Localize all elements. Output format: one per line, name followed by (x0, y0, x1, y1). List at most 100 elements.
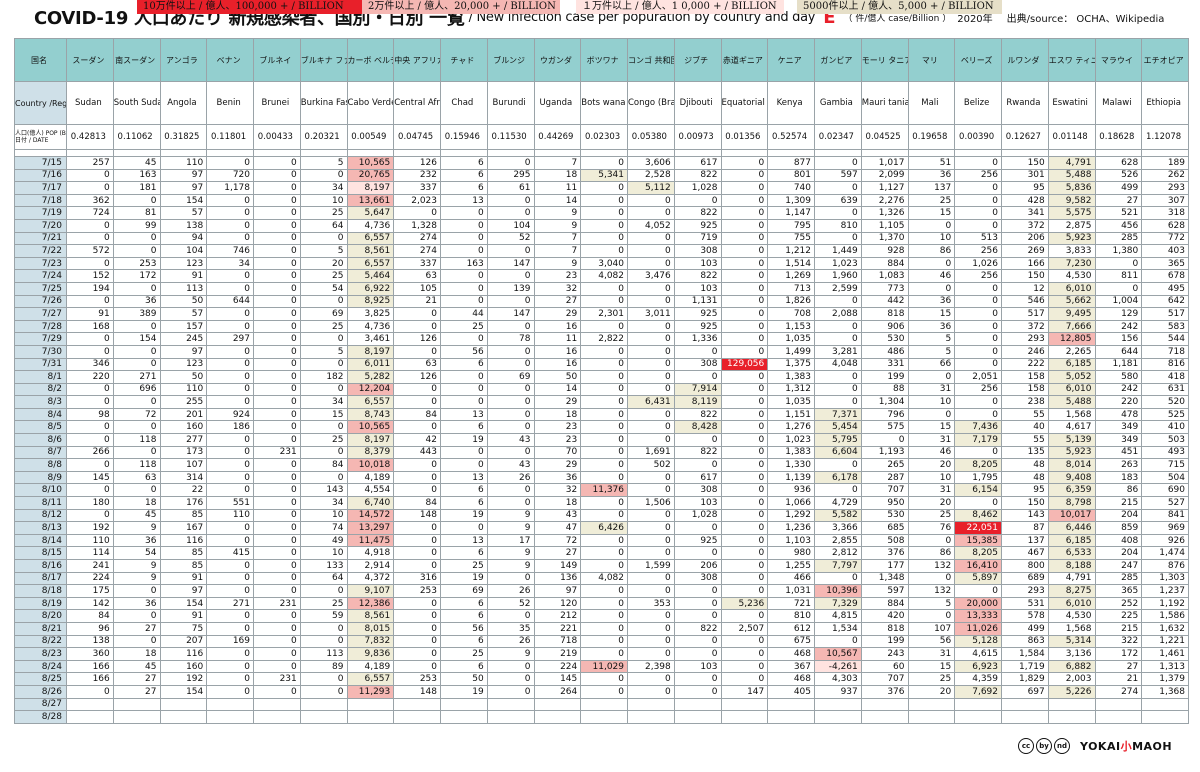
value-cell: 0 (907, 218, 956, 233)
value-cell (627, 710, 675, 724)
value-cell: 143 (1001, 508, 1049, 523)
value-cell (346, 710, 395, 724)
country-name-en: South Sudan (112, 81, 161, 125)
value-cell: 1,221 (1141, 634, 1189, 649)
value-cell: 25 (299, 319, 348, 334)
col-header-pop: 人口(億人) POP (Billion)日付 / DATE (14, 124, 67, 150)
value-cell: 5,897 (954, 571, 1002, 586)
table-row: 8/1 220 271 50 0 0 182 5,282 126 0 69 50 0 0 0 0 1,383 0 1… (14, 370, 1189, 384)
value-cell: 25 (440, 319, 488, 334)
value-cell: 1,506 (627, 496, 675, 510)
value-cell: 925 (673, 218, 722, 233)
value-cell: 810 (814, 218, 862, 233)
value-cell (1094, 710, 1143, 724)
value-cell: 0 (486, 672, 535, 686)
value-cell (206, 710, 254, 724)
country-name-en: Congo (Brazzavill e) (627, 81, 675, 125)
table-row: 8/28 (14, 710, 1189, 724)
value-cell: 0 (393, 420, 441, 435)
value-cell: 1,023 (814, 256, 862, 271)
value-cell: 31 (907, 433, 956, 447)
value-cell: 0 (486, 269, 535, 283)
country-name-en: Mali (907, 81, 956, 125)
date-cell: 7/15 (14, 156, 67, 170)
value-cell: 0 (440, 382, 488, 397)
date-cell: 7/23 (14, 256, 67, 271)
value-cell: 66 (907, 357, 956, 372)
value-cell: 172 (1094, 647, 1143, 661)
value-cell: 0 (720, 672, 769, 686)
population-value: 0.11062 (112, 124, 161, 150)
value-cell: 0 (627, 533, 675, 548)
value-cell: 0 (299, 672, 348, 686)
country-name-jp: モーリ タニア (860, 38, 909, 82)
value-cell: 0 (720, 559, 769, 573)
value-cell: 0 (299, 231, 348, 246)
table-row: 7/15 257 45 110 0 0 5 10,565 126 6 0 7 0 3,606 617 0 877… (14, 156, 1189, 170)
value-cell: 346 (66, 357, 114, 372)
value-cell: 8,743 (346, 407, 395, 422)
population-value: 1.12078 (1141, 124, 1189, 150)
value-cell: 34 (299, 181, 348, 195)
by-icon: by (1036, 738, 1052, 754)
header-row-pop: 人口(億人) POP (Billion)日付 / DATE0.428130.11… (14, 124, 1189, 150)
value-cell: 0 (814, 181, 862, 195)
value-cell: 0 (814, 370, 862, 384)
value-cell: 60 (860, 659, 909, 674)
value-cell: 56 (907, 634, 956, 649)
population-value: 0.02347 (814, 124, 862, 150)
value-cell: 0 (580, 294, 628, 309)
spacer-cell (112, 149, 161, 157)
value-cell: 308 (673, 357, 722, 372)
value-cell: 11,293 (346, 684, 395, 699)
value-cell: 2,088 (814, 307, 862, 321)
value-cell: 0 (627, 193, 675, 208)
value-cell: 800 (1001, 559, 1049, 573)
value-cell: 0 (440, 332, 488, 346)
value-cell (720, 697, 769, 712)
value-cell: 928 (860, 244, 909, 258)
value-cell (253, 710, 301, 724)
value-cell: 85 (159, 559, 208, 573)
value-cell: 6 (440, 659, 488, 674)
table-row: 8/7 266 0 173 0 231 0 8,379 443 0 0 70 0 1,691 822 0 1,3… (14, 445, 1189, 460)
value-cell (1047, 710, 1096, 724)
value-cell: 1,309 (767, 193, 815, 208)
value-cell: 0 (627, 684, 675, 699)
value-cell: 4,303 (814, 672, 862, 686)
value-cell: 0 (720, 156, 769, 170)
value-cell: 575 (860, 420, 909, 435)
value-cell: 4,530 (1047, 269, 1096, 283)
value-cell: 74 (299, 521, 348, 535)
value-cell: 349 (1094, 420, 1143, 435)
value-cell: 316 (393, 571, 441, 586)
value-cell: 199 (860, 370, 909, 384)
value-cell: 0 (112, 244, 161, 258)
table-row: 8/2 0 696 110 0 0 0 12,204 0 0 0 14 0 0 7,914 0 1,312 0 88… (14, 382, 1189, 397)
value-cell: 0 (253, 281, 301, 296)
value-cell: 263 (1094, 458, 1143, 472)
value-cell: 9,495 (1047, 307, 1096, 321)
value-cell (299, 710, 348, 724)
value-cell: 0 (393, 206, 441, 220)
value-cell: 21 (1094, 672, 1143, 686)
value-cell: 145 (66, 470, 114, 485)
value-cell: 43 (533, 508, 582, 523)
value-cell: 176 (159, 496, 208, 510)
value-cell: 578 (1001, 609, 1049, 623)
value-cell: 0 (253, 420, 301, 435)
value-cell: 6,359 (1047, 483, 1096, 498)
value-cell: 269 (1001, 244, 1049, 258)
table-row: 7/30 0 0 97 0 0 5 8,197 0 56 0 16 0 0 0 0 1,499 3,281 486 5… (14, 344, 1189, 359)
value-cell: 88 (860, 382, 909, 397)
value-cell: 160 (159, 659, 208, 674)
date-cell: 8/10 (14, 483, 67, 498)
value-cell: 48 (1001, 470, 1049, 485)
value-cell: 0 (253, 218, 301, 233)
value-cell: 6,011 (346, 357, 395, 372)
value-cell: 52 (486, 231, 535, 246)
table-row: 8/6 0 118 277 0 0 25 8,197 42 19 43 23 0 0 0 0 1,023 5,79… (14, 433, 1189, 447)
country-name-jp: ジブチ (673, 38, 722, 82)
country-name-jp: カーボ ベルデ (346, 38, 395, 82)
date-cell: 8/18 (14, 584, 67, 598)
